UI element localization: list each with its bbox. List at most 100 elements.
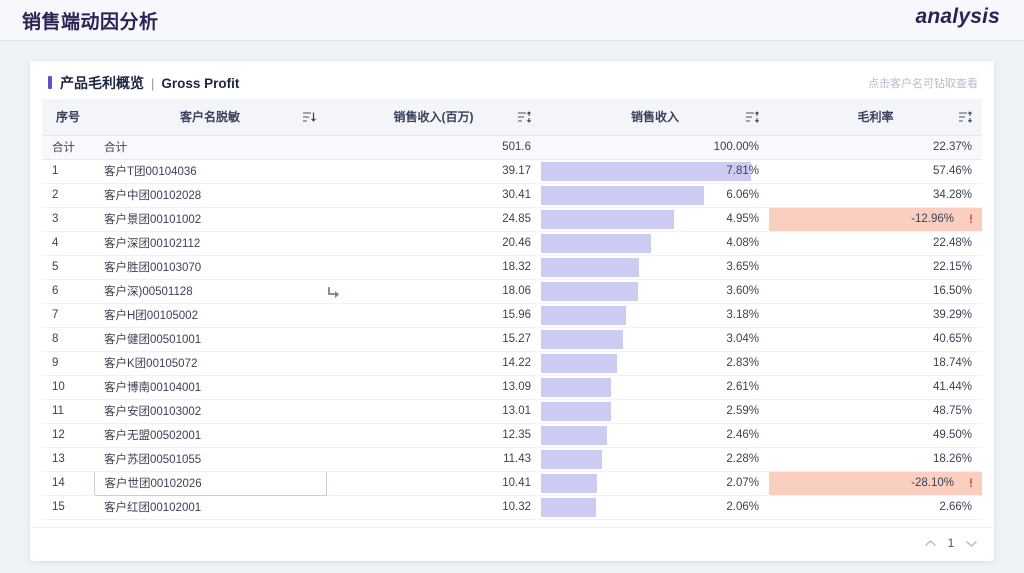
chevron-down-icon[interactable] [965, 539, 978, 548]
cell-revenue-share: 3.18% [541, 303, 769, 328]
column-header-revenue-share[interactable]: 销售收入 [541, 99, 769, 136]
revenue-share-bar [541, 353, 617, 373]
cell-index: 8 [42, 327, 94, 352]
cell-revenue-share: 2.61% [541, 375, 769, 400]
page-title: 销售端动因分析 [22, 12, 159, 33]
cell-customer-name[interactable]: 客户安团00103002 [94, 399, 326, 424]
table-row[interactable]: 1 客户T团00104036 39.17 7.81% 57.46% [42, 159, 982, 184]
cell-index: 11 [42, 399, 94, 424]
cell-revenue-million: 13.09 [326, 375, 541, 400]
table-row[interactable]: 3 客户景团00101002 24.85 4.95% -12.96%! [42, 207, 982, 232]
table-row[interactable]: 6 客户深)00501128 18.06 3.60% 16.50% [42, 279, 982, 304]
cell-revenue-share: 2.59% [541, 399, 769, 424]
cell-customer-name[interactable]: 客户深)00501128 [94, 279, 326, 304]
gross-margin-value: 2.66% [939, 501, 972, 513]
cell-revenue-share: 2.07% [541, 471, 769, 496]
revenue-share-bar [541, 497, 597, 517]
cell-revenue-million: 24.85 [326, 207, 541, 232]
cell-customer-name[interactable]: 客户景团00101002 [94, 207, 326, 232]
cell-customer-name[interactable]: 客户T团00104036 [94, 159, 326, 184]
column-label-customer: 客户名脱敏 [179, 110, 240, 125]
cell-customer-name[interactable]: 客户健团00501001 [94, 327, 326, 352]
gross-profit-card: 产品毛利概览 | Gross Profit 点击客户名可钻取查看 序号 客户名脱敏 [30, 61, 994, 561]
cell-customer-name[interactable]: 客户苏团00501055 [94, 447, 326, 472]
cell-revenue-share: 4.95% [541, 207, 769, 232]
cell-revenue-share: 2.28% [541, 447, 769, 472]
table-header: 序号 客户名脱敏 销售收入(百万) 销售收入 毛利率 [42, 99, 982, 136]
cell-index: 15 [42, 495, 94, 520]
cell-customer-name[interactable]: 客户H团00105002 [94, 303, 326, 328]
cell-customer-name[interactable]: 客户无盟00502001 [94, 423, 326, 448]
sort-icon-customer[interactable] [303, 111, 316, 122]
chevron-up-icon[interactable] [924, 539, 937, 548]
table-row[interactable]: 8 客户健团00501001 15.27 3.04% 40.65% [42, 327, 982, 352]
cell-index: 12 [42, 423, 94, 448]
gross-margin-value: 57.46% [932, 165, 972, 177]
column-header-customer[interactable]: 客户名脱敏 [94, 99, 326, 136]
cell-index: 5 [42, 255, 94, 280]
column-header-index[interactable]: 序号 [42, 99, 94, 136]
cell-revenue-million: 15.96 [326, 303, 541, 328]
sort-icon-revenue-million[interactable] [518, 111, 531, 123]
revenue-share-value: 2.59% [726, 405, 759, 417]
revenue-share-bar [541, 329, 623, 349]
cell-index: 6 [42, 279, 94, 304]
table-row[interactable]: 7 客户H团00105002 15.96 3.18% 39.29% [42, 303, 982, 328]
cell-gross-margin: 22.15% [769, 255, 982, 280]
revenue-share-bar [541, 305, 627, 325]
alert-icon: ! [969, 212, 973, 226]
sort-icon-gross-margin[interactable] [959, 111, 972, 123]
revenue-share-bar [541, 185, 704, 205]
gross-profit-table: 序号 客户名脱敏 销售收入(百万) 销售收入 毛利率 合计 合计 501.6 1… [42, 99, 982, 520]
column-header-revenue-million[interactable]: 销售收入(百万) [326, 99, 541, 136]
table-row[interactable]: 4 客户深团00102112 20.46 4.08% 22.48% [42, 231, 982, 256]
table-row[interactable]: 9 客户K团00105072 14.22 2.83% 18.74% [42, 351, 982, 376]
cell-index: 14 [42, 471, 94, 496]
cell-revenue-million: 15.27 [326, 327, 541, 352]
cell-customer-name[interactable]: 客户中团00102028 [94, 183, 326, 208]
cell-revenue-million: 18.32 [326, 255, 541, 280]
revenue-share-value: 3.65% [726, 261, 759, 273]
revenue-share-bar [541, 401, 611, 421]
table-row[interactable]: 13 客户苏团00501055 11.43 2.28% 18.26% [42, 447, 982, 472]
cell-revenue-share: 7.81% [541, 159, 769, 184]
cell-customer-name[interactable]: 客户K团00105072 [94, 351, 326, 376]
table-row[interactable]: 2 客户中团00102028 30.41 6.06% 34.28% [42, 183, 982, 208]
cell-customer-name[interactable]: 客户世团00102026 [93, 470, 327, 496]
table-row[interactable]: 10 客户博南00104001 13.09 2.61% 41.44% [42, 375, 982, 400]
table-row[interactable]: 5 客户胜团00103070 18.32 3.65% 22.15% [42, 255, 982, 280]
sort-icon-revenue-share[interactable] [746, 111, 759, 123]
table-total-row: 合计 合计 501.6 100.00% 22.37% [42, 135, 982, 160]
cell-index: 9 [42, 351, 94, 376]
gross-margin-value: 16.50% [932, 285, 972, 297]
table-row[interactable]: 15 客户红团00102001 10.32 2.06% 2.66% [42, 495, 982, 520]
cell-revenue-million: 12.35 [326, 423, 541, 448]
cell-gross-margin: 22.48% [769, 231, 982, 256]
cell-index: 4 [42, 231, 94, 256]
table-row[interactable]: 12 客户无盟00502001 12.35 2.46% 49.50% [42, 423, 982, 448]
revenue-share-value: 4.08% [726, 237, 759, 249]
cell-revenue-million: 13.01 [326, 399, 541, 424]
revenue-share-value: 2.83% [726, 357, 759, 369]
table-row[interactable]: 14 客户世团00102026 10.41 2.07% -28.10%! [42, 470, 982, 496]
cell-revenue-share: 3.60% [541, 279, 769, 304]
revenue-share-value: 2.07% [726, 477, 759, 489]
gross-margin-value: 40.65% [932, 333, 972, 345]
pagination-current-page[interactable]: 1 [946, 536, 956, 550]
drilldown-hint: 点击客户名可钻取查看 [868, 78, 978, 90]
cell-revenue-million: 39.17 [326, 159, 541, 184]
revenue-share-bar [541, 257, 640, 277]
table-container: 序号 客户名脱敏 销售收入(百万) 销售收入 毛利率 合计 合计 501.6 1… [30, 99, 994, 520]
cell-index: 3 [42, 207, 94, 232]
cell-customer-name[interactable]: 客户胜团00103070 [94, 255, 326, 280]
cell-revenue-million: 18.06 [326, 279, 541, 304]
cell-customer-name[interactable]: 客户深团00102112 [94, 231, 326, 256]
revenue-share-value: 2.46% [726, 429, 759, 441]
cell-gross-margin: 2.66% [769, 495, 982, 520]
table-row[interactable]: 11 客户安团00103002 13.01 2.59% 48.75% [42, 399, 982, 424]
gross-margin-value: 18.74% [932, 357, 972, 369]
cell-customer-name[interactable]: 客户红团00102001 [94, 495, 326, 520]
total-gross-margin: 22.37% [769, 135, 982, 160]
cell-customer-name[interactable]: 客户博南00104001 [94, 375, 326, 400]
column-header-gross-margin[interactable]: 毛利率 [769, 99, 982, 136]
